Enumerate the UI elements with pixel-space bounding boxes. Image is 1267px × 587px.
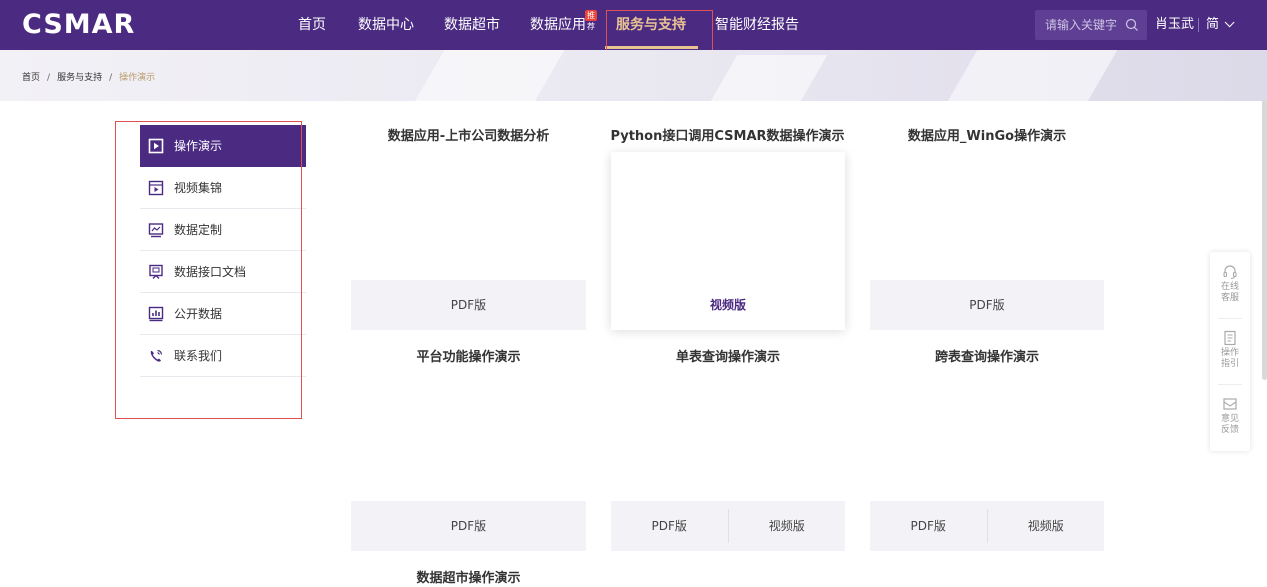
sidebar-item-label: 数据定制 bbox=[174, 223, 223, 237]
active-nav-underline bbox=[605, 46, 698, 49]
search-icon[interactable] bbox=[1125, 18, 1139, 32]
card-button-bar: PDF版 视频版 bbox=[870, 501, 1104, 551]
card-title: Python接口调用CSMAR数据操作演示 bbox=[610, 129, 845, 144]
breadcrumb-service-support[interactable]: 服务与支持 bbox=[57, 73, 102, 83]
pdf-version-button[interactable]: PDF版 bbox=[870, 280, 1104, 330]
float-label: 指引 bbox=[1220, 359, 1239, 369]
card-title: 数据应用_WinGo操作演示 bbox=[907, 129, 1067, 144]
float-label: 操作 bbox=[1220, 348, 1239, 358]
breadcrumb-separator: / bbox=[47, 73, 51, 83]
breadcrumb-home[interactable]: 首页 bbox=[22, 73, 40, 83]
card-preview[interactable] bbox=[870, 372, 1104, 500]
banner-decoration bbox=[409, 50, 571, 101]
banner-decoration bbox=[702, 55, 828, 101]
nav-home[interactable]: 首页 bbox=[298, 0, 326, 50]
sidebar-item-contact-us[interactable]: 联系我们 bbox=[140, 335, 306, 377]
pdf-version-button[interactable]: PDF版 bbox=[611, 501, 728, 551]
guide-doc-icon bbox=[1224, 330, 1236, 346]
video-version-button[interactable]: 视频版 bbox=[986, 509, 1105, 543]
video-collection-icon bbox=[148, 180, 164, 195]
card-button-bar: PDF版 视频版 bbox=[611, 501, 845, 551]
breadcrumb-current: 操作演示 bbox=[119, 73, 156, 83]
video-version-button[interactable]: 视频版 bbox=[727, 509, 846, 543]
sidebar-item-api-docs[interactable]: 数据接口文档 bbox=[140, 251, 306, 293]
sidebar-item-label: 操作演示 bbox=[174, 139, 223, 153]
banner-decoration bbox=[939, 50, 1121, 101]
recommend-badge: 推荐 bbox=[585, 10, 597, 31]
card-button-bar: PDF版 bbox=[351, 501, 586, 551]
api-doc-icon bbox=[149, 264, 163, 279]
card-button-bar: PDF版 bbox=[351, 280, 586, 330]
float-divider bbox=[1218, 318, 1242, 319]
card-title: 单表查询操作演示 bbox=[675, 350, 780, 365]
card-title: 数据应用-上市公司数据分析 bbox=[387, 129, 550, 144]
pdf-version-button[interactable]: PDF版 bbox=[351, 280, 586, 330]
user-name[interactable]: 肖玉武 bbox=[1155, 0, 1194, 50]
breadcrumb-banner bbox=[0, 50, 1267, 101]
float-label: 在线 bbox=[1220, 282, 1239, 292]
play-square-icon bbox=[148, 138, 164, 153]
monitor-chart-icon bbox=[148, 222, 164, 237]
breadcrumb: 首页 / 服务与支持 / 操作演示 bbox=[22, 70, 155, 83]
sidebar-item-data-custom[interactable]: 数据定制 bbox=[140, 209, 306, 251]
card-preview[interactable] bbox=[351, 372, 585, 500]
sidebar-menu: 操作演示 视频集锦 数据定制 数据接口文档 公开数据 联系我们 bbox=[140, 125, 306, 377]
chevron-down-icon bbox=[1224, 17, 1235, 28]
page-scrollbar[interactable] bbox=[1262, 100, 1267, 380]
sidebar-item-label: 联系我们 bbox=[174, 349, 223, 363]
float-divider bbox=[1218, 384, 1242, 385]
float-label: 客服 bbox=[1220, 293, 1239, 303]
card-button-bar: 视频版 bbox=[611, 280, 845, 330]
search-box bbox=[1035, 10, 1147, 40]
card-title: 平台功能操作演示 bbox=[416, 350, 521, 365]
nav-data-application[interactable]: 数据应用 bbox=[530, 0, 586, 50]
headset-icon bbox=[1223, 265, 1237, 280]
nav-data-center[interactable]: 数据中心 bbox=[358, 0, 414, 50]
search-input[interactable] bbox=[1035, 10, 1125, 40]
csmar-logo[interactable]: CSMAR bbox=[22, 9, 135, 40]
language-switch[interactable]: 简 bbox=[1206, 0, 1235, 50]
card-button-bar: PDF版 bbox=[870, 280, 1104, 330]
nav-data-market[interactable]: 数据超市 bbox=[444, 0, 500, 50]
card-title: 数据超市操作演示 bbox=[416, 571, 521, 586]
float-label: 反馈 bbox=[1220, 425, 1239, 435]
sidebar-item-video-collection[interactable]: 视频集锦 bbox=[140, 167, 306, 209]
floating-help-bar: 在线 客服 操作 指引 意见 反馈 bbox=[1210, 252, 1250, 451]
nav-smart-report[interactable]: 智能财经报告 bbox=[715, 0, 799, 50]
phone-icon bbox=[150, 349, 163, 362]
sidebar-item-label: 数据接口文档 bbox=[174, 265, 247, 279]
header-divider bbox=[1198, 18, 1199, 32]
sidebar-item-label: 公开数据 bbox=[174, 307, 223, 321]
card-title: 跨表查询操作演示 bbox=[934, 350, 1039, 365]
float-label: 意见 bbox=[1220, 414, 1239, 424]
pdf-version-button[interactable]: PDF版 bbox=[351, 501, 586, 551]
pdf-version-button[interactable]: PDF版 bbox=[870, 501, 987, 551]
video-version-button[interactable]: 视频版 bbox=[611, 280, 845, 330]
breadcrumb-separator: / bbox=[109, 73, 113, 83]
online-service-button[interactable]: 在线 客服 bbox=[1210, 264, 1250, 304]
operation-guide-button[interactable]: 操作 指引 bbox=[1210, 330, 1250, 370]
bar-chart-icon bbox=[148, 306, 164, 321]
sidebar-item-public-data[interactable]: 公开数据 bbox=[140, 293, 306, 335]
card-preview[interactable] bbox=[611, 372, 845, 500]
language-label: 简 bbox=[1206, 17, 1220, 32]
feedback-button[interactable]: 意见 反馈 bbox=[1210, 396, 1250, 436]
sidebar-item-operation-demo[interactable]: 操作演示 bbox=[140, 125, 306, 167]
feedback-icon bbox=[1223, 398, 1237, 410]
nav-service-support[interactable]: 服务与支持 bbox=[616, 0, 686, 50]
sidebar-item-label: 视频集锦 bbox=[174, 181, 223, 195]
top-header: CSMAR 首页 数据中心 数据超市 数据应用 推荐 服务与支持 智能财经报告 … bbox=[0, 0, 1267, 50]
